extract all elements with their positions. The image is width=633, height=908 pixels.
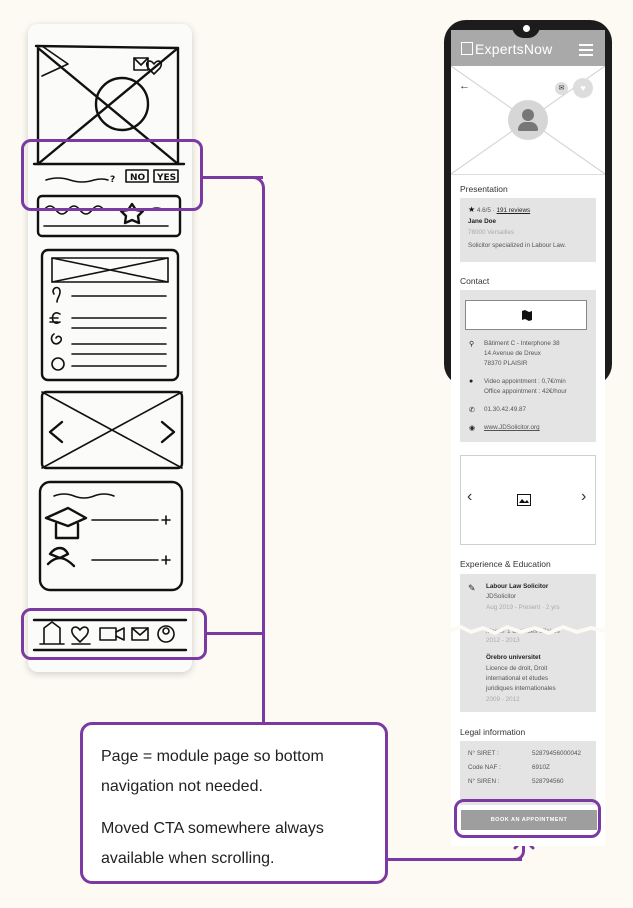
globe-icon: ◉: [469, 425, 476, 432]
connector-line: [207, 632, 265, 635]
euro-icon: ●: [469, 378, 474, 385]
carousel-prev-button[interactable]: ‹: [467, 488, 472, 506]
education-dates: 2009 - 2012: [486, 696, 520, 703]
experience-title: Labour Law Solicitor: [486, 583, 549, 590]
section-title-experience: Experience & Education: [460, 559, 551, 569]
education-dates-cut: 2012 - 2013: [486, 637, 520, 644]
contact-website[interactable]: www.JDSolicitor.org: [484, 423, 540, 433]
connector-line: [262, 214, 265, 724]
siren-value: 528794560: [532, 778, 564, 785]
siret-value: 52879456000042: [532, 750, 582, 757]
paper-sketch: ? NO YES: [28, 24, 192, 672]
presentation-card: ★ 4.6/5 · 191 reviews Jane Doe 78000 Ver…: [460, 198, 596, 262]
map-icon: [522, 310, 532, 321]
contact-prices: Video appointment : 0,7€/min Office appo…: [484, 378, 567, 395]
highlight-bottom-nav: [21, 608, 207, 660]
education-desc: Licence de droit, Droit international et…: [486, 665, 556, 692]
annotation-text-2: Moved CTA somewhere always available whe…: [101, 820, 324, 867]
rating-row: ★ 4.6/5 · 191 reviews: [468, 205, 531, 214]
experience-org: JDSolicitor: [486, 593, 517, 600]
education-title: Örebro universitet: [486, 654, 541, 661]
image-carousel[interactable]: [460, 455, 596, 545]
reviews-link[interactable]: 191 reviews: [497, 207, 531, 214]
experience-card: ✎ Labour Law Solicitor JDSolicitor Aug 2…: [460, 574, 596, 712]
camera-icon: [523, 25, 530, 32]
menu-icon[interactable]: [579, 44, 593, 59]
phone-screen: ExpertsNow ← ✉ ♥ Presentation ★ 4.6/5 · …: [451, 30, 605, 846]
mail-icon[interactable]: ✉: [555, 82, 568, 95]
image-icon: [517, 494, 531, 506]
siret-label: N° SIRET :: [468, 750, 499, 757]
naf-value: 6910Z: [532, 764, 550, 771]
location-pin-icon: ⚲: [469, 341, 475, 348]
heart-icon[interactable]: ♥: [573, 78, 593, 98]
expert-name: Jane Doe: [468, 218, 496, 225]
brand-logo[interactable]: ExpertsNow: [461, 41, 552, 57]
section-title-contact: Contact: [460, 276, 490, 286]
annotation-text-1: Page = module page so bottom navigation …: [101, 748, 324, 795]
avatar: [508, 100, 548, 140]
connector-corner: [228, 176, 265, 216]
section-title-legal: Legal information: [460, 727, 526, 737]
siren-label: N° SIREN :: [468, 778, 500, 785]
expert-description: Solicitor specialized in Labour Law.: [468, 242, 567, 249]
expert-location: 78000 Versailles: [468, 229, 515, 236]
highlight-cta: [454, 799, 601, 838]
annotation-note: Page = module page so bottom navigation …: [80, 722, 388, 884]
naf-label: Code NAF :: [468, 764, 501, 771]
map-button[interactable]: [465, 300, 587, 330]
experience-dates: Aug 2019 - Present · 2 yrs: [486, 604, 560, 611]
highlight-question-row: [21, 139, 203, 211]
torn-edge: [451, 625, 605, 635]
back-arrow-icon[interactable]: ←: [459, 80, 470, 92]
contact-address: Bâtiment C - Interphone 38 14 Avenue de …: [484, 340, 560, 367]
plug-icon: ✎: [468, 583, 476, 593]
section-title-presentation: Presentation: [460, 184, 508, 194]
legal-card: N° SIRET : 52879456000042 Code NAF : 691…: [460, 741, 596, 805]
carousel-next-button[interactable]: ›: [581, 488, 586, 506]
contact-phone[interactable]: 01.30.42.49.87: [484, 405, 526, 415]
phone-icon: ✆: [469, 407, 475, 414]
star-icon: ★: [468, 205, 476, 214]
connector-line: [388, 858, 522, 861]
